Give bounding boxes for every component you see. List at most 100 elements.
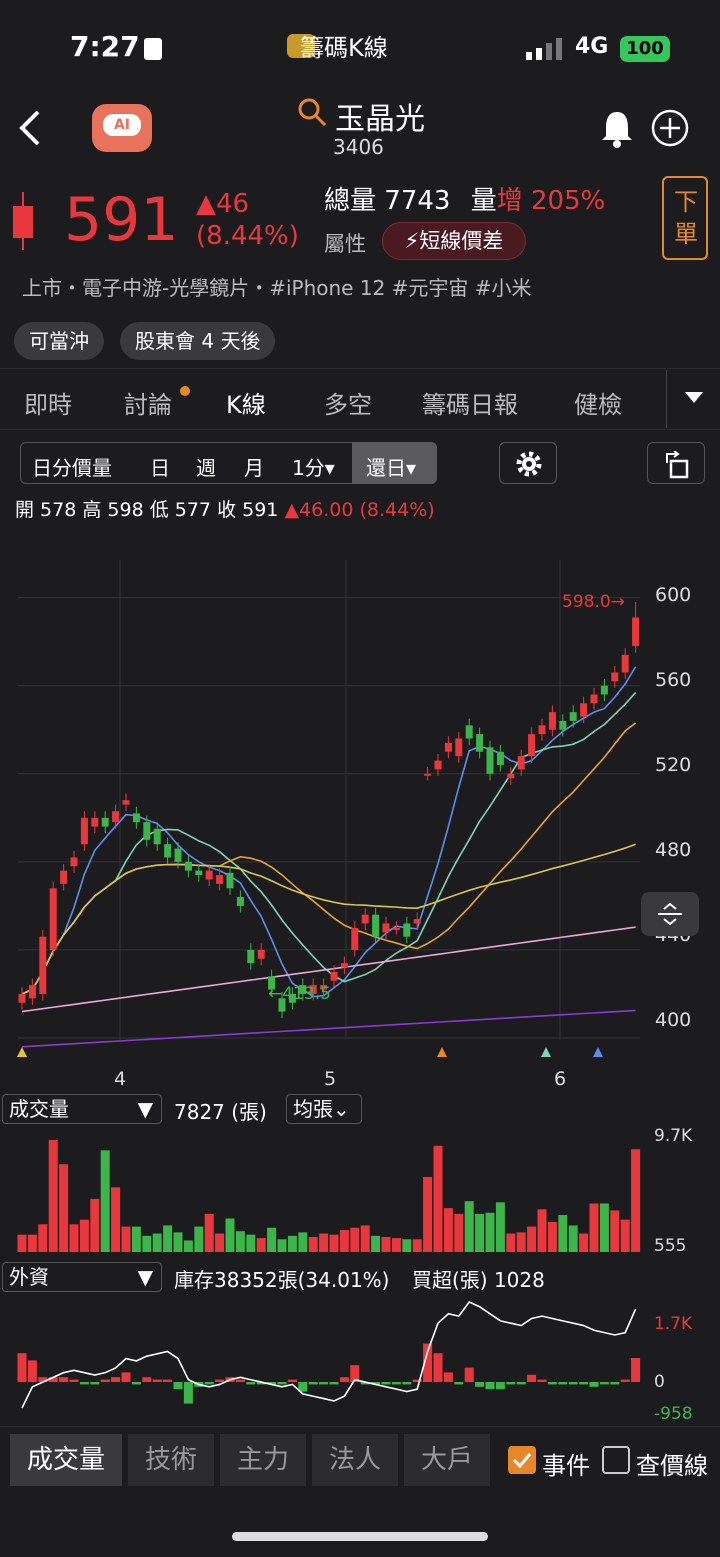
candle-body: [257, 949, 265, 959]
price-tick: 480: [655, 839, 692, 861]
foreign-bar: [599, 1382, 609, 1385]
volume-bar: [589, 1203, 599, 1252]
volume-bar: [17, 1234, 27, 1252]
foreign-bar: [547, 1382, 557, 1385]
candle-body: [247, 949, 255, 964]
total-volume-label: 總量: [324, 186, 377, 216]
volume-bar: [620, 1219, 630, 1252]
price-line-checkbox[interactable]: [602, 1446, 630, 1474]
volume-bar: [235, 1231, 245, 1252]
volume-bar: [360, 1225, 370, 1252]
indicator-tab-institutional[interactable]: 法人: [312, 1434, 398, 1486]
foreign-min-label: -958: [654, 1404, 693, 1424]
foreign-bar: [475, 1382, 485, 1387]
foreign-bar: [100, 1379, 110, 1382]
volume-bar: [319, 1233, 329, 1252]
back-icon[interactable]: [16, 108, 44, 148]
settings-button[interactable]: [499, 442, 557, 484]
period-minute[interactable]: 1分▾: [292, 452, 335, 481]
volume-bar: [111, 1187, 121, 1252]
foreign-bar: [79, 1382, 89, 1385]
volume-bar: [100, 1150, 110, 1252]
volume-bar: [339, 1230, 349, 1252]
volume-unit-button[interactable]: 均張⌄: [286, 1094, 362, 1124]
indicator-tab-technical[interactable]: 技術: [128, 1434, 214, 1486]
indicator-tab-major-holder[interactable]: 大戶: [404, 1434, 490, 1486]
foreign-bar: [485, 1382, 495, 1390]
volume-bar: [173, 1232, 183, 1252]
volume-bar: [267, 1227, 277, 1252]
indicator-tab-main-force[interactable]: 主力: [220, 1434, 306, 1486]
chevron-down-icon: ⌄: [333, 1097, 350, 1121]
volume-bar: [631, 1149, 641, 1252]
ai-robot-icon[interactable]: AI: [92, 104, 152, 152]
tab-chip-report[interactable]: 籌碼日報: [422, 385, 518, 420]
ohlc-line: 開 578 高 598 低 577 收 591 ▲46.00 (8.44%): [15, 495, 435, 522]
volume-bar: [38, 1224, 48, 1252]
volume-chart[interactable]: [0, 1126, 720, 1256]
candle-body: [517, 756, 525, 770]
period-intraday[interactable]: 日分價量: [32, 452, 112, 481]
volume-bar: [298, 1232, 308, 1252]
app-name: 籌碼K線: [300, 34, 388, 62]
order-button[interactable]: 下單: [662, 176, 708, 260]
period-day[interactable]: 日: [150, 452, 170, 481]
foreign-bar: [163, 1379, 173, 1382]
candle-body: [559, 720, 567, 730]
network-type: 4G: [575, 34, 609, 59]
foreign-bar: [516, 1382, 526, 1385]
chip-shareholder-meeting[interactable]: 股東會 4 天後: [120, 322, 276, 360]
period-month[interactable]: 月: [244, 452, 264, 481]
candle-body: [18, 993, 26, 1003]
foreign-indicator-select[interactable]: 外資 ▼: [2, 1262, 162, 1292]
event-checkbox[interactable]: [508, 1446, 536, 1474]
foreign-bar: [287, 1379, 297, 1382]
stock-tags[interactable]: 上市・電子中游-光學鏡片・#iPhone 12 #元宇宙 #小米: [22, 272, 532, 301]
attr-badge[interactable]: ⚡短線價差: [382, 222, 526, 260]
volume-indicator-select[interactable]: 成交量 ▼: [2, 1094, 162, 1124]
volume-bar: [277, 1239, 287, 1252]
tab-health-check[interactable]: 健檢: [574, 385, 622, 420]
candle-body: [340, 963, 348, 968]
bell-icon[interactable]: [598, 108, 636, 148]
candle-body: [80, 817, 88, 845]
volume-bar: [516, 1232, 526, 1252]
indicator-tab-volume[interactable]: 成交量: [10, 1434, 122, 1486]
candle-body: [236, 897, 244, 906]
tab-long-short[interactable]: 多空: [324, 385, 372, 420]
volume-bar: [381, 1236, 391, 1252]
volume-value: 7827 (張): [174, 1100, 267, 1124]
volume-bar: [308, 1236, 318, 1252]
chip-day-trade[interactable]: 可當沖: [14, 322, 104, 360]
price-tick: 600: [655, 584, 692, 606]
foreign-bar: [121, 1372, 131, 1382]
price-tick: 400: [655, 1009, 692, 1031]
search-icon[interactable]: [296, 96, 328, 128]
foreign-indicator-label: 外資: [9, 1265, 49, 1289]
period-adjusted-day[interactable]: 還日▾: [366, 452, 416, 481]
status-bar: 7:27 籌碼K線 4G 100: [0, 0, 720, 90]
foreign-bar: [402, 1382, 412, 1385]
period-week[interactable]: 週: [196, 452, 216, 481]
chart-expand-button[interactable]: [641, 892, 699, 936]
foreign-bar: [339, 1377, 349, 1382]
candle-body: [455, 738, 463, 757]
tab-kline[interactable]: K線: [226, 385, 266, 420]
tab-discussion[interactable]: 討論: [124, 385, 172, 420]
rotate-button[interactable]: [647, 442, 705, 484]
volume-bar: [485, 1212, 495, 1252]
add-icon[interactable]: [650, 108, 690, 148]
battery-indicator: 100: [620, 36, 670, 62]
tab-more-button[interactable]: [666, 370, 720, 428]
foreign-chart[interactable]: [0, 1296, 720, 1426]
open-value: 開 578: [15, 499, 77, 521]
kline-chart[interactable]: [0, 540, 720, 1100]
tab-realtime[interactable]: 即時: [24, 385, 72, 420]
moving-average-line: [21, 666, 637, 998]
price-line-checkbox-label: 查價線: [636, 1452, 708, 1480]
stock-name[interactable]: 玉晶光: [335, 94, 425, 138]
volume-bar: [121, 1226, 131, 1252]
stock-code: 3406: [333, 135, 384, 159]
candle-body: [413, 919, 421, 924]
date-tick: 6: [554, 1068, 567, 1090]
